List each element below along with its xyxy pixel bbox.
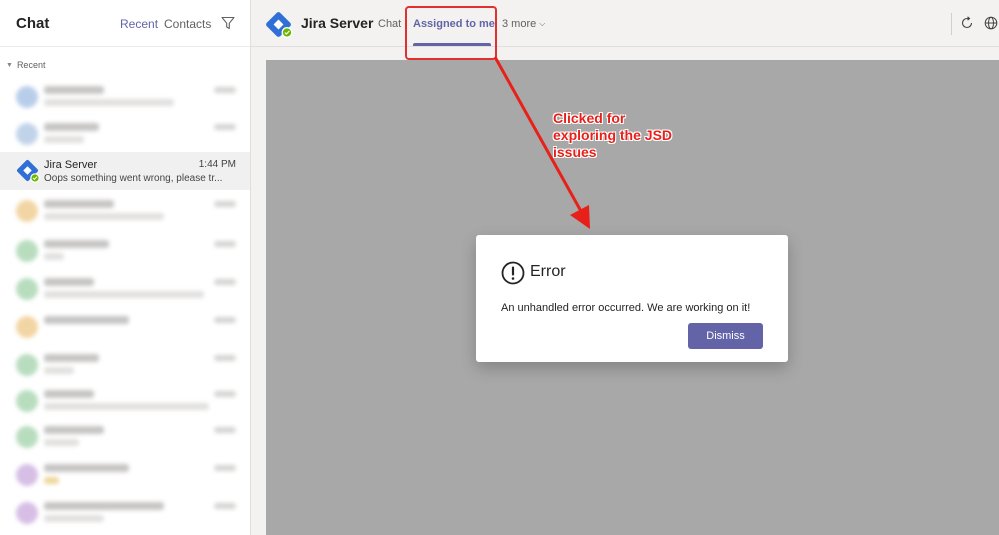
globe-icon[interactable] — [984, 16, 998, 30]
blurred-name — [44, 278, 94, 286]
tab-chat[interactable]: Chat — [378, 18, 401, 30]
avatar — [16, 316, 38, 338]
jira-logo-icon — [266, 12, 293, 38]
blurred-time — [214, 427, 236, 433]
error-icon — [501, 261, 525, 285]
avatar — [16, 390, 38, 412]
list-item[interactable] — [0, 456, 250, 494]
sidebar-header: Chat Recent Contacts — [0, 0, 250, 47]
error-dialog: Error An unhandled error occurred. We ar… — [476, 235, 788, 362]
tab-more-label: 3 more — [502, 18, 537, 30]
blurred-time — [214, 279, 236, 285]
blurred-name — [44, 316, 129, 324]
dialog-title: Error — [530, 263, 566, 280]
app-header: Jira Server Chat Assigned to me 3 more ⌵ — [251, 0, 999, 47]
recent-section-header[interactable]: ▼ Recent — [6, 60, 45, 70]
avatar — [16, 426, 38, 448]
blurred-preview — [44, 99, 174, 106]
blurred-time — [214, 317, 236, 323]
blurred-preview — [44, 253, 64, 260]
section-label: Recent — [16, 60, 46, 70]
avatar — [16, 354, 38, 376]
avatar — [16, 278, 38, 300]
app-title: Jira Server — [301, 15, 374, 31]
blurred-name — [44, 86, 104, 94]
blurred-name — [44, 426, 104, 434]
blurred-name — [44, 240, 109, 248]
dismiss-button[interactable]: Dismiss — [688, 323, 763, 349]
blurred-time — [214, 465, 236, 471]
blurred-time — [214, 503, 236, 509]
tab-contacts[interactable]: Contacts — [164, 17, 211, 31]
avatar — [16, 200, 38, 222]
chat-item-name: Jira Server — [44, 159, 98, 171]
list-item[interactable] — [0, 115, 250, 153]
blurred-time — [214, 87, 236, 93]
list-item[interactable] — [0, 494, 250, 532]
jira-logo-icon — [17, 160, 40, 183]
avatar — [16, 464, 38, 486]
list-item[interactable] — [0, 78, 250, 116]
avatar — [16, 240, 38, 262]
list-item[interactable] — [0, 308, 250, 346]
blurred-preview — [44, 213, 164, 220]
blurred-time — [214, 241, 236, 247]
chat-item-preview: Oops something went wrong, please tr... — [44, 173, 223, 184]
blurred-time — [214, 355, 236, 361]
dialog-message: An unhandled error occurred. We are work… — [501, 302, 751, 314]
annotation-line: issues — [553, 144, 597, 160]
blurred-time — [214, 124, 236, 130]
list-item[interactable] — [0, 418, 250, 456]
avatar — [16, 502, 38, 524]
blurred-name — [44, 502, 164, 510]
annotation-highlight-box — [405, 6, 497, 60]
chat-item-time: 1:44 PM — [198, 159, 236, 170]
avatar — [16, 86, 38, 108]
list-item[interactable] — [0, 192, 250, 230]
header-divider — [951, 13, 952, 35]
blurred-time — [214, 201, 236, 207]
tab-more[interactable]: 3 more ⌵ — [502, 18, 545, 30]
list-item[interactable] — [0, 346, 250, 384]
annotation-line: Clicked for — [553, 110, 626, 126]
list-item[interactable] — [0, 270, 250, 308]
annotation-line: exploring the JSD — [553, 127, 673, 143]
collapse-triangle-icon: ▼ — [6, 61, 13, 69]
blurred-name — [44, 354, 99, 362]
blurred-preview — [44, 439, 79, 446]
filter-icon[interactable] — [221, 16, 235, 30]
list-item[interactable] — [0, 232, 250, 270]
chat-sidebar: Chat Recent Contacts ▼ Recent Jira Serve… — [0, 0, 251, 535]
annotation-text: Clicked for exploring the JSD issues — [553, 110, 672, 161]
chevron-down-icon: ⌵ — [539, 19, 546, 28]
blurred-name — [44, 390, 94, 398]
blurred-time — [214, 391, 236, 397]
blurred-preview — [44, 291, 204, 298]
refresh-icon[interactable] — [960, 16, 974, 30]
content-top-gap — [251, 48, 999, 60]
list-item[interactable] — [0, 382, 250, 420]
sidebar-title: Chat — [16, 14, 50, 32]
chat-item-jira-server[interactable]: Jira Server 1:44 PM Oops something went … — [0, 152, 250, 190]
blurred-name — [44, 200, 114, 208]
blurred-preview — [44, 515, 104, 522]
tab-recent[interactable]: Recent — [120, 17, 158, 31]
blurred-preview — [44, 477, 59, 484]
avatar — [16, 123, 38, 145]
blurred-preview — [44, 403, 209, 410]
blurred-name — [44, 464, 129, 472]
blurred-preview — [44, 367, 74, 374]
blurred-preview — [44, 136, 84, 143]
blurred-name — [44, 123, 99, 131]
